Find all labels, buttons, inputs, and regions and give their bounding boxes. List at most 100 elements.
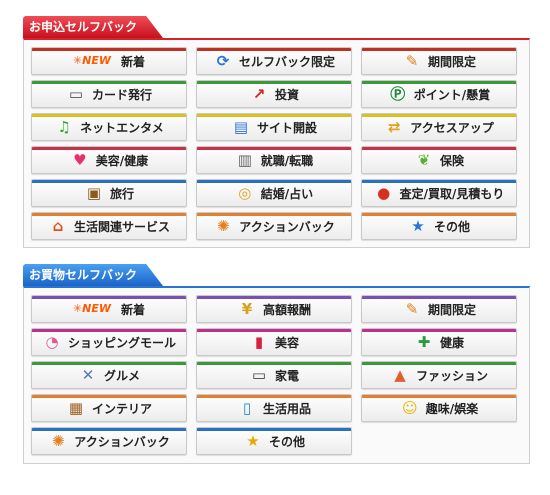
self-back-tab[interactable]: お申込セルフバック (23, 16, 163, 38)
category-accent-bar (32, 296, 186, 299)
category-accent-bar (197, 329, 351, 332)
sprout-icon: ❦ (417, 151, 431, 169)
category-accent-bar (197, 81, 351, 84)
category-accent-bar (32, 180, 186, 183)
category-label: ポイント/懸賞 (413, 87, 491, 102)
category-item[interactable]: ▭ カード発行 (31, 80, 187, 108)
shopping-bag-icon: ◔ (45, 333, 59, 351)
category-label: グルメ (103, 368, 140, 383)
category-accent-bar (32, 329, 186, 332)
music-note-icon: ♫ (57, 118, 71, 136)
category-item[interactable]: ▲ ファッション (361, 361, 517, 389)
yen-coin-icon: ¥ (241, 300, 253, 318)
category-item[interactable]: ▤ サイト開設 (196, 113, 352, 141)
shopping-back-section: お買物セルフバック ✳NEW 新着 ¥ 高額報酬 ✎ 期間限定 ◔ ショッピングモール ▮ 美容 ✚… (23, 264, 530, 474)
category-accent-bar (32, 81, 186, 84)
category-item[interactable]: ★ その他 (361, 212, 517, 240)
category-accent-bar (362, 296, 516, 299)
category-accent-bar (197, 147, 351, 150)
category-item[interactable]: ● 査定/買取/見積もり (361, 179, 517, 207)
access-arrows-icon: ⇄ (388, 118, 401, 136)
suitcase-icon: ▣ (86, 184, 102, 202)
category-label: その他 (433, 219, 470, 234)
star-icon: ★ (246, 432, 260, 450)
self-back-panel: ✳NEW 新着 ⟳ セルフバック限定 ✎ 期間限定 ▭ カード発行 ↗ 投資 Ⓟ ポイント/懸賞 ♫ ネッ… (23, 38, 530, 248)
category-label: 期間限定 (427, 302, 476, 317)
category-label: 保険 (439, 153, 464, 168)
category-label: 旅行 (109, 186, 134, 201)
category-item[interactable]: ◔ ショッピングモール (31, 328, 187, 356)
category-item[interactable]: ♥ 美容/健康 (31, 146, 187, 174)
category-item[interactable]: ✕ グルメ (31, 361, 187, 389)
category-label: 期間限定 (427, 54, 476, 69)
category-item[interactable]: ▭ 家電 (196, 361, 352, 389)
category-item[interactable]: ✎ 期間限定 (361, 295, 517, 323)
category-label: 生活関連サービス (73, 219, 170, 234)
browser-window-icon: ▤ (233, 118, 249, 136)
category-item[interactable]: ★ その他 (196, 427, 352, 455)
star-icon: ★ (411, 217, 425, 235)
category-accent-bar (32, 395, 186, 398)
category-item[interactable]: ⌂ 生活関連サービス (31, 212, 187, 240)
category-item[interactable]: ▯ 生活用品 (196, 394, 352, 422)
lipstick-icon: ▮ (254, 333, 264, 351)
category-accent-bar (362, 329, 516, 332)
category-label: アクセスアップ (410, 120, 494, 135)
category-item[interactable]: ¥ 高額報酬 (196, 295, 352, 323)
purse-icon: ● (377, 184, 391, 202)
point-p-icon: Ⓟ (390, 85, 406, 103)
category-label: 新着 (121, 302, 146, 317)
category-item[interactable]: ▥ 就職/転職 (196, 146, 352, 174)
category-item[interactable]: ✳NEW 新着 (31, 47, 187, 75)
category-accent-bar (362, 180, 516, 183)
category-accent-bar (197, 362, 351, 365)
category-accent-bar (32, 48, 186, 51)
category-item[interactable]: ⟳ セルフバック限定 (196, 47, 352, 75)
phone-device-icon: ▥ (237, 151, 252, 169)
category-accent-bar (362, 147, 516, 150)
category-item[interactable]: ✳NEW 新着 (31, 295, 187, 323)
bottles-icon: ▯ (242, 399, 252, 417)
category-label: ファッション (415, 368, 488, 383)
card-icon: ▭ (68, 85, 84, 103)
ticket-icon: ✎ (405, 300, 419, 318)
category-accent-bar (32, 114, 186, 117)
category-item[interactable]: ▣ 旅行 (31, 179, 187, 207)
category-item[interactable]: ☺ 趣味/娯楽 (361, 394, 517, 422)
category-label: ネットエンタメ (80, 120, 164, 135)
category-item[interactable]: ♫ ネットエンタメ (31, 113, 187, 141)
category-accent-bar (197, 48, 351, 51)
shirt-icon: ▲ (394, 366, 406, 384)
category-label: 就職/転職 (260, 153, 314, 168)
category-accent-bar (362, 114, 516, 117)
shopping-back-tab[interactable]: お買物セルフバック (23, 264, 163, 286)
category-item[interactable]: ⇄ アクセスアップ (361, 113, 517, 141)
category-item[interactable]: ▦ インテリア (31, 394, 187, 422)
category-item[interactable]: ↗ 投資 (196, 80, 352, 108)
ticket-icon: ✎ (405, 52, 419, 70)
category-item[interactable]: ✎ 期間限定 (361, 47, 517, 75)
category-label: 結婚/占い (260, 186, 314, 201)
fork-knife-icon: ✕ (81, 366, 95, 384)
category-label: 健康 (439, 335, 464, 350)
chart-up-icon: ↗ (252, 85, 266, 103)
category-item[interactable]: ✺ アクションバック (196, 212, 352, 240)
category-item[interactable]: ✺ アクションバック (31, 427, 187, 455)
category-item[interactable]: ◎ 結婚/占い (196, 179, 352, 207)
house-icon: ⌂ (52, 217, 64, 235)
category-item[interactable]: ❦ 保険 (361, 146, 517, 174)
category-accent-bar (32, 147, 186, 150)
category-accent-bar (197, 114, 351, 117)
category-label: 生活用品 (262, 401, 311, 416)
category-accent-bar (197, 213, 351, 216)
category-label: インテリア (91, 401, 152, 416)
category-label: 新着 (121, 54, 146, 69)
first-aid-icon: ✚ (417, 333, 431, 351)
category-item[interactable]: ✚ 健康 (361, 328, 517, 356)
category-label: アクションバック (239, 219, 335, 234)
action-figure-icon: ✺ (217, 217, 230, 235)
category-accent-bar (197, 428, 351, 431)
category-item[interactable]: ▮ 美容 (196, 328, 352, 356)
category-accent-bar (362, 48, 516, 51)
category-item[interactable]: Ⓟ ポイント/懸賞 (361, 80, 517, 108)
